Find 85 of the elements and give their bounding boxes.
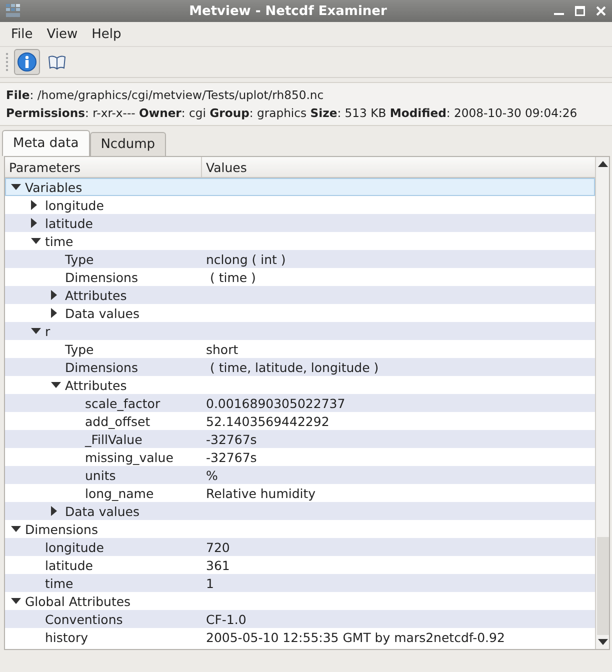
parameter-value: -32767s (206, 432, 257, 446)
tree-row[interactable]: Dimensions ( time, latitude, longitude ) (5, 358, 595, 376)
parameter-name: _FillValue (85, 432, 142, 446)
tree-row[interactable]: r (5, 322, 595, 340)
parameter-name: longitude (45, 198, 104, 212)
parameter-name: Data values (65, 504, 140, 518)
parameter-name: Dimensions (25, 522, 98, 536)
parameter-name: Data values (65, 306, 140, 320)
tree-row[interactable]: Type nclong ( int ) (5, 250, 595, 268)
parameter-value: nclong ( int ) (206, 252, 286, 266)
expanded-arrow-icon[interactable] (11, 526, 21, 532)
grid-logo-icon (6, 4, 22, 18)
scroll-up-icon[interactable] (598, 161, 608, 167)
parameter-value: % (206, 468, 218, 482)
collapsed-arrow-icon[interactable] (51, 308, 57, 318)
scrollbar[interactable] (595, 157, 609, 649)
parameter-name: longitude (45, 540, 104, 554)
toolbar-button[interactable] (14, 49, 40, 75)
tree-row[interactable]: time 1 (5, 574, 595, 592)
parameter-value: 0.0016890305022737 (206, 396, 346, 410)
expanded-arrow-icon[interactable] (11, 598, 21, 604)
parameter-value: 2005-05-10 12:55:35 GMT by mars2netcdf-0.92 (206, 630, 505, 644)
parameter-name: Type (65, 342, 94, 356)
book-icon (48, 54, 66, 70)
parameter-name: time (45, 576, 74, 590)
parameter-value: Relative humidity (206, 486, 316, 500)
parameter-name: Conventions (45, 612, 123, 626)
menu-item[interactable]: View (40, 26, 85, 42)
tab[interactable]: Ncdump (90, 132, 166, 156)
tree-row[interactable]: longitude 720 (5, 538, 595, 556)
parameter-name: Dimensions (65, 360, 138, 374)
collapsed-arrow-icon[interactable] (31, 218, 37, 228)
parameter-value: ( time ) (208, 270, 256, 284)
close-icon[interactable] (596, 6, 606, 16)
parameter-name: missing_value (85, 450, 174, 464)
info-icon (17, 52, 37, 72)
parameter-name: Dimensions (65, 270, 138, 284)
parameter-name: add_offset (85, 414, 150, 428)
tree-row[interactable]: latitude (5, 214, 595, 232)
parameter-value: 361 (206, 558, 230, 572)
parameter-value: 1 (206, 576, 214, 590)
maximize-icon[interactable] (575, 6, 585, 16)
parameter-value: 720 (206, 540, 230, 554)
window-title: Metview - Netcdf Examiner (188, 4, 388, 18)
scroll-down-icon[interactable] (598, 639, 608, 645)
parameter-name: scale_factor (85, 396, 160, 410)
scrollbar-thumb[interactable] (596, 537, 608, 635)
expanded-arrow-icon[interactable] (11, 184, 21, 190)
tree-row[interactable]: Attributes (5, 286, 595, 304)
parameter-value: 52.1403569442292 (206, 414, 330, 428)
parameter-name: long_name (85, 486, 154, 500)
parameter-value: -32767s (206, 450, 257, 464)
expanded-arrow-icon[interactable] (51, 382, 61, 388)
parameter-value: short (206, 342, 238, 356)
tree-row[interactable]: Conventions CF-1.0 (5, 610, 595, 628)
file-info-text: File: /home/graphics/cgi/metview/Tests/uplot/rh850.nc (6, 87, 324, 104)
tree-row[interactable]: _FillValue -32767s (5, 430, 595, 448)
column-header[interactable]: Values (202, 157, 595, 177)
parameter-name: Global Attributes (25, 594, 131, 608)
parameter-name: Type (65, 252, 94, 266)
expanded-arrow-icon[interactable] (31, 238, 41, 244)
tree-row[interactable]: Data values (5, 502, 595, 520)
parameter-name: Attributes (65, 288, 127, 302)
tree-row[interactable]: units % (5, 466, 595, 484)
collapsed-arrow-icon[interactable] (51, 506, 57, 516)
column-header[interactable]: Parameters (5, 157, 202, 177)
parameter-name: Variables (25, 180, 82, 194)
parameter-name: history (45, 630, 88, 644)
parameter-name: latitude (45, 558, 93, 572)
parameter-name: time (45, 234, 74, 248)
tree-row[interactable]: Variables (5, 178, 595, 196)
tab[interactable]: Meta data (2, 130, 90, 156)
expanded-arrow-icon[interactable] (31, 328, 41, 334)
file-info-text: Permissions: r-xr-x--- Owner: cgi Group: graphics Size: 513 KB Modified: 2008-10-30 09:04:26 (6, 105, 578, 122)
menu-item[interactable]: Help (84, 26, 128, 42)
parameter-value: CF-1.0 (206, 612, 246, 626)
parameter-name: r (45, 324, 50, 338)
parameter-name: units (85, 468, 116, 482)
collapsed-arrow-icon[interactable] (51, 290, 57, 300)
tree-row[interactable]: scale_factor 0.0016890305022737 (5, 394, 595, 412)
collapsed-arrow-icon[interactable] (31, 200, 37, 210)
parameter-name: Attributes (65, 378, 127, 392)
parameter-name: latitude (45, 216, 93, 230)
menu-item[interactable]: File (4, 26, 40, 42)
parameter-value: ( time, latitude, longitude ) (208, 360, 379, 374)
